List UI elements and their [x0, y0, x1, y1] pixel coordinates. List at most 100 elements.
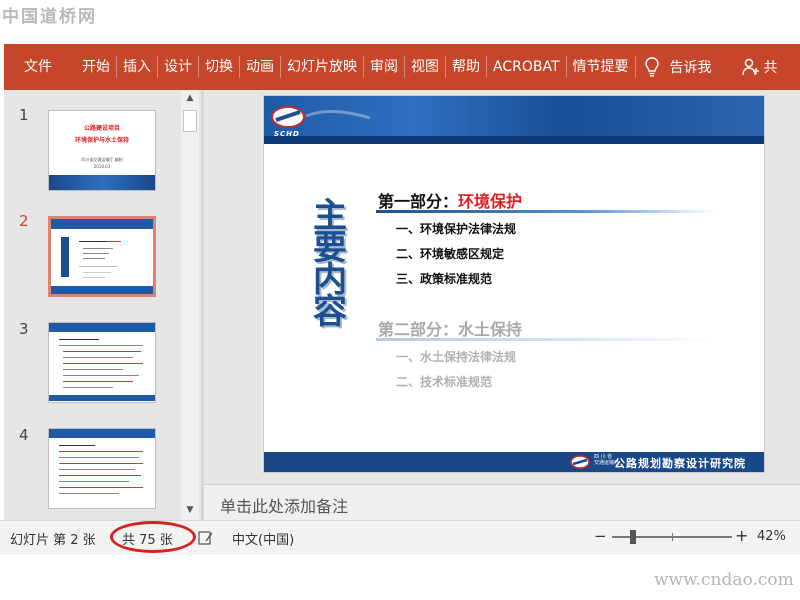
part-one-item: 一、环境保护法律法规	[396, 222, 517, 236]
part-one-prefix: 第一部分：	[378, 192, 459, 211]
thumbnail-footer-band	[51, 286, 153, 294]
slide-canvas[interactable]: SCHD 主要内容 第一部分：环境保护 一、环境保护法律法规 二、环境敏感区规定…	[264, 96, 764, 472]
thumbnail-number: 4	[19, 426, 29, 444]
zoom-in-button[interactable]: +	[735, 526, 748, 545]
share-label: 共	[763, 60, 778, 76]
thumbnail-text-line	[63, 381, 133, 382]
thumbnail-text-line	[83, 272, 111, 273]
thumbnail-scrollbar[interactable]: ▲ ▼	[181, 90, 199, 520]
notes-placeholder: 单击此处添加备注	[220, 497, 349, 516]
thumbnail-header-band	[49, 429, 155, 438]
slide-header-banner: SCHD	[264, 96, 764, 144]
scroll-down-arrow-icon[interactable]: ▼	[181, 502, 199, 518]
part-two-title: 第二部分：水土保持	[378, 320, 523, 339]
red-highlight-ellipse	[110, 521, 196, 553]
schd-logo-icon	[271, 106, 371, 128]
footer-institute-name: 公路规划勘察设计研究院	[614, 457, 746, 470]
part-two-item: 一、水土保持法律法规	[396, 350, 517, 364]
tab-slideshow[interactable]: 幻灯片放映	[281, 44, 363, 90]
footer-logo-icon	[570, 455, 590, 469]
zoom-slider-thumb[interactable]	[630, 530, 636, 544]
zoom-out-button[interactable]: −	[594, 527, 607, 545]
lightbulb-icon	[644, 57, 659, 77]
thumbnail-text-line	[63, 369, 123, 370]
thumbnail-number: 3	[19, 320, 29, 338]
part-one-item: 三、政策标准规范	[396, 272, 493, 286]
tab-file[interactable]: 文件	[4, 44, 76, 90]
thumbnail-text-line	[83, 248, 113, 249]
thumbnail-number: 1	[19, 106, 29, 124]
slide-thumbnail-1[interactable]: 公路建设项目 环境保护与水土保持 四川省交通运输厅 编制 2018.03	[48, 110, 156, 191]
thumbnail-title-line: 环境保护与水土保持	[74, 137, 129, 144]
thumbnail-subtitle: 2018.03	[93, 164, 111, 169]
thumbnail-text-line	[63, 351, 141, 352]
top-watermark: 中国道桥网	[2, 7, 97, 27]
share-button[interactable]: 共	[741, 57, 778, 77]
logo-text: SCHD	[274, 130, 300, 138]
slide-thumbnail-2[interactable]	[48, 216, 156, 297]
scroll-up-arrow-icon[interactable]: ▲	[181, 90, 199, 106]
zoom-level[interactable]: 42%	[757, 529, 786, 544]
thumbnail-text-line	[59, 469, 135, 470]
thumbnail-title-line: 公路建设项目	[83, 125, 120, 132]
header-strip	[264, 136, 764, 144]
tab-separator	[634, 56, 636, 78]
tab-help[interactable]: 帮助	[446, 44, 486, 90]
thumbnail-text-line	[59, 345, 143, 346]
thumbnail-text-line	[59, 445, 95, 446]
thumbnail-text-line	[59, 475, 141, 476]
zoom-slider-center-mark	[672, 533, 673, 541]
part-two-item: 二、技术标准规范	[396, 375, 493, 389]
tab-transitions[interactable]: 切换	[199, 44, 239, 90]
thumbnail-text-line	[83, 277, 105, 278]
thumbnail-text-line	[63, 363, 143, 364]
tab-acrobat[interactable]: ACROBAT	[487, 44, 566, 90]
slide-thumbnail-pane: 1 公路建设项目 环境保护与水土保持 四川省交通运输厅 编制 2018.03 2…	[4, 90, 180, 520]
spell-check-icon[interactable]	[198, 530, 214, 546]
ribbon-tabs: 文件 开始 插入 设计 切换 动画 幻灯片放映 审阅 视图 帮助 ACROBAT…	[4, 44, 800, 90]
language-indicator[interactable]: 中文(中国)	[232, 529, 294, 548]
presentation-workspace: 1 公路建设项目 环境保护与水土保持 四川省交通运输厅 编制 2018.03 2…	[4, 90, 800, 521]
thumbnail-text-line	[59, 487, 143, 488]
thumbnail-text-line	[63, 387, 113, 388]
part-one-highlight: 环境保护	[458, 192, 523, 211]
tab-storyboard[interactable]: 情节提要	[567, 44, 635, 90]
tab-home[interactable]: 开始	[76, 44, 116, 90]
thumbnail-number: 2	[19, 212, 29, 230]
pane-divider[interactable]	[201, 90, 204, 520]
thumbnail-text-line	[59, 457, 139, 458]
scrollbar-thumb[interactable]	[183, 110, 197, 132]
thumbnail-text-line	[59, 493, 119, 494]
thumbnail-footer-band	[49, 395, 155, 401]
tell-me-label: 告诉我	[669, 60, 712, 76]
part-one-item: 二、环境敏感区规定	[396, 247, 505, 261]
slide-thumbnail-3[interactable]	[48, 322, 156, 403]
tab-view[interactable]: 视图	[405, 44, 445, 90]
thumbnail-text-line	[59, 451, 143, 452]
part-one-underline	[376, 210, 716, 213]
thumbnail-subtitle: 四川省交通运输厅 编制	[81, 157, 123, 162]
slide-position-text: 幻灯片 第 2 张	[10, 533, 96, 548]
part-one-title: 第一部分：环境保护	[378, 188, 522, 212]
thumbnail-header-band	[51, 219, 153, 229]
thumbnail-header-band	[49, 323, 155, 332]
bottom-watermark: www.cndao.com	[654, 570, 794, 590]
thumbnail-text-line	[107, 241, 121, 242]
tell-me-search[interactable]: 告诉我	[644, 57, 712, 77]
notes-pane[interactable]: 单击此处添加备注	[204, 484, 800, 521]
tab-animations[interactable]: 动画	[240, 44, 280, 90]
tab-review[interactable]: 审阅	[364, 44, 404, 90]
thumbnail-text-line	[79, 266, 117, 267]
thumbnail-text-line	[83, 258, 105, 259]
thumbnail-text-line	[63, 375, 139, 376]
thumbnail-text-line	[83, 253, 109, 254]
share-person-icon	[741, 58, 759, 76]
thumbnail-text-line	[63, 357, 133, 358]
thumbnail-text-line	[59, 339, 99, 340]
tab-insert[interactable]: 插入	[117, 44, 157, 90]
tab-design[interactable]: 设计	[158, 44, 198, 90]
thumbnail-text-line	[59, 463, 143, 464]
thumbnail-footer-band	[49, 175, 155, 190]
slide-thumbnail-4[interactable]	[48, 428, 156, 509]
thumbnail-text-line	[59, 481, 129, 482]
